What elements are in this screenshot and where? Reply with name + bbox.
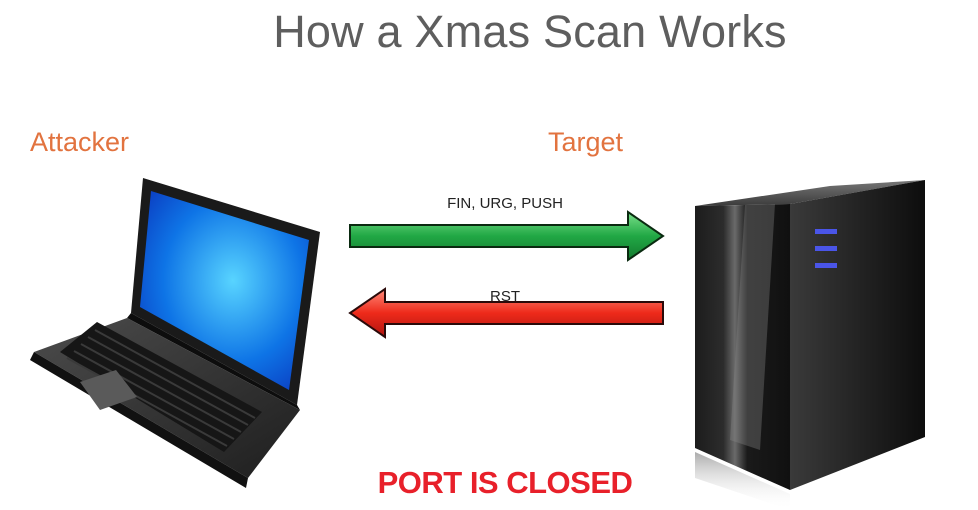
server-light (815, 263, 837, 268)
forward-arrow (349, 210, 665, 262)
server-icon (695, 180, 925, 510)
server-light (815, 246, 837, 251)
response-arrow (348, 287, 664, 339)
laptop-icon (30, 178, 320, 488)
server-light (815, 229, 837, 234)
diagram-artwork (30, 178, 925, 510)
